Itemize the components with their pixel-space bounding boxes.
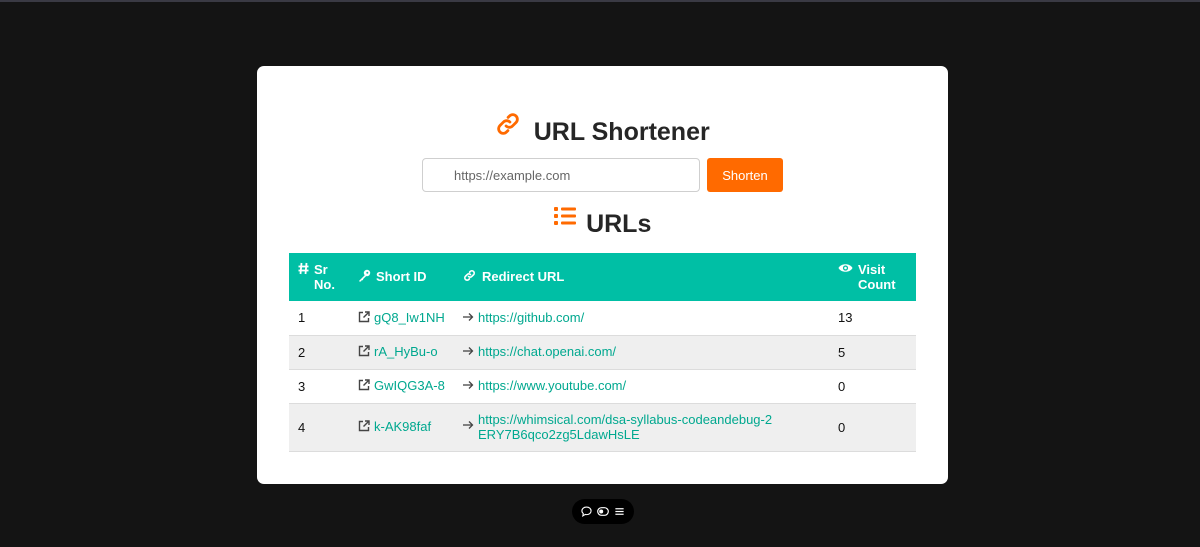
sr-no-cell: 1 [289,301,349,336]
redirect-url-cell: https://www.youtube.com/ [453,369,829,404]
urls-title: URLs [586,210,652,238]
visit-count-cell: 13 [829,301,916,336]
external-link-icon [358,311,370,326]
list-icon [553,206,576,238]
menu-icon[interactable] [613,505,627,519]
floating-toolbar [572,499,634,524]
arrow-right-icon [462,419,474,434]
arrow-right-icon [462,379,474,394]
external-link-icon [358,379,370,394]
table-row: 1 gQ8_Iw1NH https://github.com/ 13 [289,301,916,336]
shortener-card: URL Shortener Shorten URLs [257,66,948,484]
url-input[interactable] [422,158,700,192]
column-label: Redirect URL [482,269,565,284]
chat-icon[interactable] [579,505,593,519]
visit-count-cell: 0 [829,403,916,452]
short-id-cell: gQ8_Iw1NH [349,301,453,336]
short-id-cell: k-AK98faf [349,403,453,452]
redirect-url-cell: https://chat.openai.com/ [453,335,829,370]
sr-no-cell: 2 [289,335,349,370]
sr-no-cell: 3 [289,369,349,404]
short-id-link[interactable]: rA_HyBu-o [374,344,438,359]
urls-header: URLs [257,206,948,240]
table-row: 3 GwIQG3A-8 https://www.youtube.com/ 0 [289,369,916,404]
column-header-short-id[interactable]: Short ID [349,253,453,301]
redirect-url-link[interactable]: https://www.youtube.com/ [478,378,626,393]
short-id-cell: GwIQG3A-8 [349,369,453,404]
shorten-button[interactable]: Shorten [707,158,783,192]
urls-table: Sr No. Short ID Redirect URL Visit Count [289,253,916,452]
table-header-row: Sr No. Short ID Redirect URL Visit Count [289,253,916,301]
link-icon [462,269,477,285]
short-id-cell: rA_HyBu-o [349,335,453,370]
column-header-sr-no[interactable]: Sr No. [289,253,349,301]
column-header-visit-count[interactable]: Visit Count [829,253,916,301]
short-id-link[interactable]: GwIQG3A-8 [374,378,445,393]
short-id-link[interactable]: gQ8_Iw1NH [374,310,445,325]
toggle-icon[interactable] [596,505,610,519]
column-label: Sr No. [314,262,335,292]
redirect-url-link[interactable]: https://whimsical.com/dsa-syllabus-codea… [478,412,778,442]
external-link-icon [358,420,370,435]
link-icon [495,111,521,149]
key-icon [358,269,371,285]
column-label: Short ID [376,269,427,284]
redirect-url-link[interactable]: https://github.com/ [478,310,584,325]
redirect-url-cell: https://github.com/ [453,301,829,336]
redirect-url-link[interactable]: https://chat.openai.com/ [478,344,616,359]
external-link-icon [358,345,370,360]
arrow-right-icon [462,345,474,360]
arrow-right-icon [462,311,474,326]
window-top-border [0,0,1200,2]
redirect-url-cell: https://whimsical.com/dsa-syllabus-codea… [453,403,829,452]
column-label: Visit Count [858,262,896,292]
column-header-redirect-url[interactable]: Redirect URL [453,253,829,301]
short-id-link[interactable]: k-AK98faf [374,419,431,434]
sr-no-cell: 4 [289,403,349,452]
table-row: 2 rA_HyBu-o https://chat.openai.com/ 5 [289,335,916,370]
visit-count-cell: 0 [829,369,916,404]
hash-icon [298,262,309,278]
page-title: URL Shortener [533,118,710,146]
visit-count-cell: 5 [829,335,916,370]
eye-icon [838,262,853,277]
page-header: URL Shortener [257,113,948,146]
table-row: 4 k-AK98faf https://whimsical.com/dsa-sy… [289,403,916,452]
